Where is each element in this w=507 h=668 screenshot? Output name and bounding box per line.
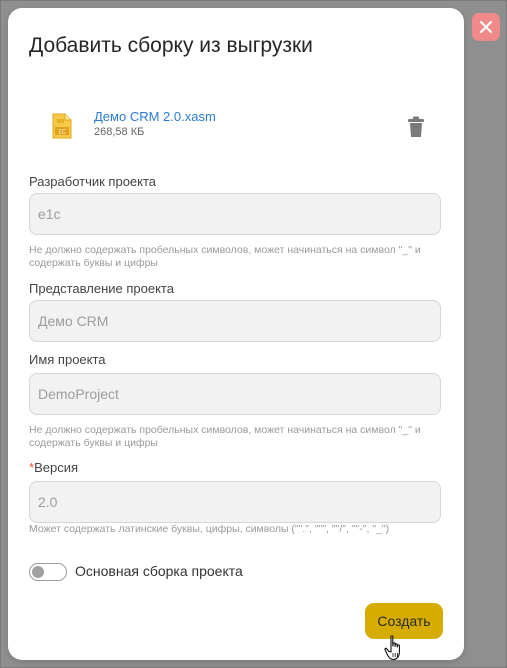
main-build-toggle-label: Основная сборка проекта <box>75 563 243 579</box>
close-button[interactable] <box>472 13 500 41</box>
developer-hint: Не должно содержать пробельных символов,… <box>29 244 421 269</box>
project-name-input[interactable] <box>29 373 441 415</box>
close-icon <box>480 21 492 33</box>
file-item: 1C Демо CRM 2.0.xasm 268,58 КБ <box>52 108 432 148</box>
create-button[interactable]: Создать <box>365 603 443 639</box>
developer-label: Разработчик проекта <box>29 174 157 189</box>
hand-cursor-icon <box>384 635 400 661</box>
1c-file-icon: 1C <box>52 113 72 139</box>
version-label-text: Версия <box>34 460 78 475</box>
toggle-knob <box>32 566 44 578</box>
trash-icon[interactable] <box>407 116 425 138</box>
project-name-label: Имя проекта <box>29 352 106 367</box>
representation-label: Представление проекта <box>29 281 174 296</box>
file-name-link[interactable]: Демо CRM 2.0.xasm <box>94 109 216 124</box>
version-hint: Может содержать латинские буквы, цифры, … <box>29 523 390 535</box>
project-name-hint: Не должно содержать пробельных символов,… <box>29 424 421 449</box>
file-size: 268,58 КБ <box>94 126 145 138</box>
developer-input[interactable] <box>29 193 441 235</box>
version-label: *Версия <box>29 460 78 475</box>
file-type-label: 1C <box>58 130 66 136</box>
representation-input[interactable] <box>29 300 441 342</box>
add-build-dialog: Добавить сборку из выгрузки 1C Демо CRM … <box>8 8 464 661</box>
version-input[interactable] <box>29 481 441 523</box>
dialog-title: Добавить сборку из выгрузки <box>29 34 313 57</box>
main-build-toggle[interactable] <box>29 563 67 581</box>
